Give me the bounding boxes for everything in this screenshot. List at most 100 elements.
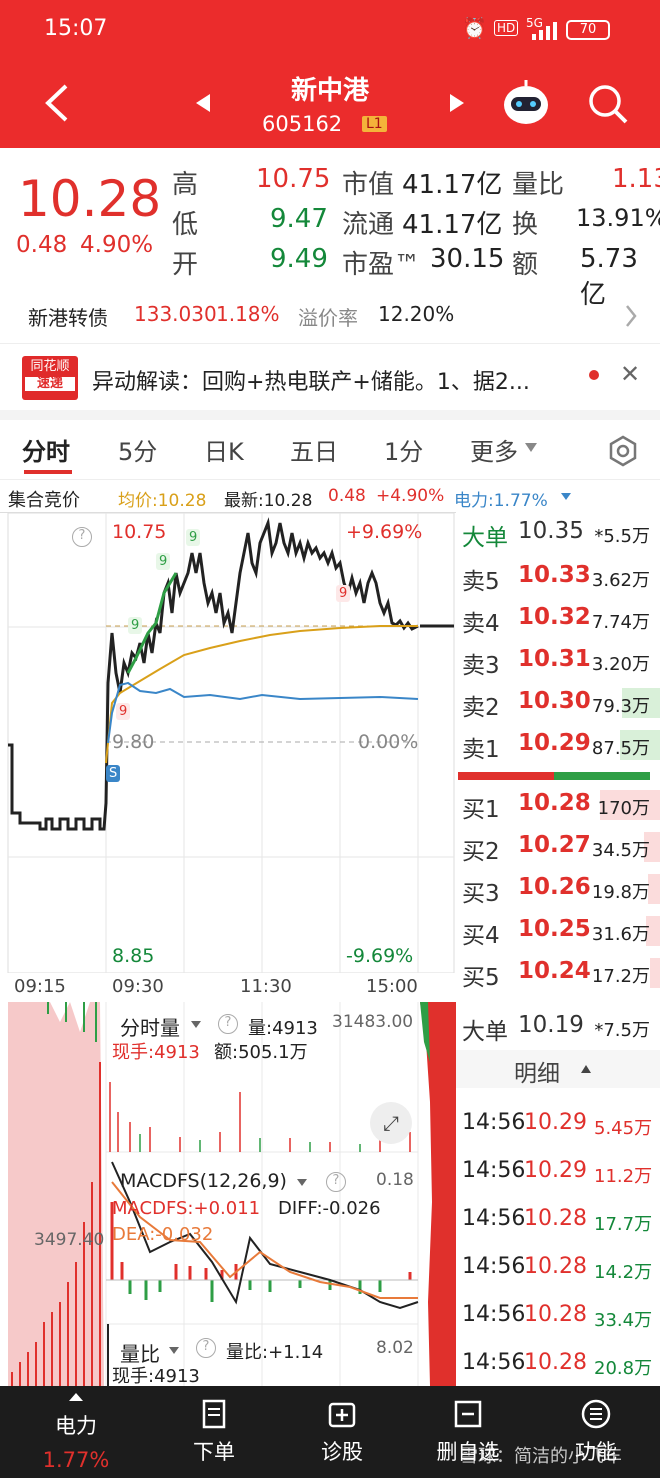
power-dropdown-icon[interactable] — [560, 492, 572, 502]
time-label: 15:00 — [366, 976, 418, 997]
vol-max: 31483.00 — [332, 1012, 414, 1032]
ths-logo: 同花顺 速递 — [22, 356, 78, 400]
bid-row[interactable]: 买5 10.24 17.2万 — [456, 952, 660, 994]
open-value: 9.49 — [270, 244, 328, 274]
search-icon[interactable] — [586, 82, 630, 126]
macd-title[interactable]: MACDFS(12,26,9) — [120, 1170, 287, 1192]
tab-1min[interactable]: 1分 — [384, 432, 423, 467]
bid-row[interactable]: 买1 10.28 170万 — [456, 784, 660, 826]
diff-value: DIFF:-0.026 — [278, 1198, 381, 1219]
trade-time: 14:56 — [462, 1158, 526, 1183]
tab-timeshare[interactable]: 分时 — [22, 432, 70, 467]
tab-more[interactable]: 更多 — [470, 432, 518, 467]
trade-vol: 5.45万 — [594, 1118, 653, 1139]
big-sell-label: 大单 — [462, 525, 508, 551]
help-icon[interactable]: ? — [72, 527, 92, 547]
trade-time: 14:56 — [462, 1302, 526, 1327]
close-icon[interactable]: ✕ — [620, 360, 640, 388]
bid-row[interactable]: 买4 10.25 31.6万 — [456, 910, 660, 952]
open-label: 开 — [172, 250, 199, 280]
detail-header[interactable]: 明细 — [456, 1050, 660, 1088]
next-stock-icon[interactable] — [448, 92, 466, 114]
bid-label: 买1 — [462, 797, 500, 823]
bid-row[interactable]: 买3 10.26 19.8万 — [456, 868, 660, 910]
unread-dot — [589, 370, 599, 380]
big-sell-row: 大单 10.35 *5.5万 — [456, 512, 660, 554]
ask-row[interactable]: 卖4 10.32 7.74万 — [456, 598, 660, 640]
pe-value: 30.15 — [430, 244, 505, 274]
bid-label: 买4 — [462, 923, 500, 949]
big-buy-label: 大单 — [462, 1019, 508, 1045]
ask-row[interactable]: 卖2 10.30 79.3万 — [456, 682, 660, 724]
bid-vol: 19.8万 — [591, 882, 650, 903]
trade-price: 10.29 — [524, 1110, 587, 1135]
diagnose-button[interactable]: 诊股 — [292, 1386, 392, 1478]
tab-5day[interactable]: 五日 — [290, 432, 338, 467]
vol-dropdown-icon[interactable] — [190, 1020, 202, 1030]
alarm-icon: ⏰ — [462, 16, 487, 40]
news-banner[interactable]: 同花顺 速递 异动解读：回购+热电联产+储能。1、据2... ✕ — [0, 346, 660, 410]
ask-price: 10.30 — [518, 688, 591, 714]
stock-name: 新中港 — [290, 76, 369, 106]
ask-row[interactable]: 卖5 10.33 3.62万 — [456, 556, 660, 598]
tab-5min[interactable]: 5分 — [118, 432, 157, 467]
trade-price: 10.29 — [524, 1158, 587, 1183]
time-label: 11:30 — [240, 976, 292, 997]
tab-daily[interactable]: 日K — [204, 432, 244, 467]
mcap-value: 41.17亿 — [402, 170, 503, 200]
latest-price: 最新:10.28 — [224, 491, 313, 511]
dea-value: DEA:-0.032 — [112, 1224, 214, 1245]
signal-icon — [532, 22, 557, 40]
chart-pre-pct: 0.00% — [358, 731, 419, 753]
help-icon[interactable]: ? — [326, 1172, 346, 1192]
chart-high-pct: +9.69% — [346, 521, 423, 543]
ask-row[interactable]: 卖3 10.31 3.20万 — [456, 640, 660, 682]
remove-icon — [454, 1400, 482, 1428]
help-icon[interactable]: ? — [196, 1338, 216, 1358]
bid-vol: 170万 — [597, 798, 650, 819]
power-button[interactable]: 电力 1.77% — [26, 1386, 126, 1478]
trade-price: 10.28 — [524, 1302, 587, 1327]
chevron-right-icon[interactable] — [624, 304, 638, 328]
float-label: 流通 — [342, 210, 395, 240]
back-icon[interactable] — [42, 82, 72, 124]
time-label: 09:15 — [14, 976, 66, 997]
prev-stock-icon[interactable] — [194, 92, 212, 114]
big-buy-price: 10.19 — [518, 1012, 584, 1038]
robot-assistant-icon[interactable] — [500, 78, 552, 128]
volratio-dropdown-icon[interactable] — [168, 1346, 180, 1356]
low-label: 低 — [172, 210, 199, 240]
big-buy-vol: *7.5万 — [594, 1020, 650, 1041]
mcap-label: 市值 — [342, 170, 395, 200]
depth-bar — [650, 958, 660, 988]
timeshare-chart[interactable]: ? 10.75 +9.69% 9.80 0.00% 8.85 -9.69% 9 … — [0, 512, 456, 973]
status-bar: 15:07 ⏰ HD 5G 70 — [0, 0, 660, 60]
time-axis: 09:15 09:30 11:30 15:00 — [0, 972, 456, 1002]
settings-icon[interactable] — [606, 434, 640, 468]
expand-icon[interactable]: ⤢ — [370, 1102, 412, 1144]
bid-row[interactable]: 买2 10.27 34.5万 — [456, 826, 660, 868]
macd-value: MACDFS:+0.011 — [112, 1198, 261, 1219]
signal-9-marker: 9 — [116, 703, 131, 720]
signal-9-marker: 9 — [128, 617, 143, 634]
high-label: 高 — [172, 170, 199, 200]
last-price: 10.28 — [18, 170, 162, 228]
signal-9-marker: 9 — [336, 585, 351, 602]
ask-row[interactable]: 卖1 10.29 87.5万 — [456, 724, 660, 766]
float-value: 41.17亿 — [402, 210, 503, 240]
macd-dropdown-icon[interactable] — [296, 1178, 308, 1188]
volratio-val: 量比:+1.14 — [226, 1342, 324, 1363]
turnover-value: 13.91% — [576, 204, 660, 232]
help-icon[interactable]: ? — [218, 1014, 238, 1034]
trade-vol: 11.2万 — [594, 1166, 653, 1187]
battery-icon: 70 — [566, 20, 610, 40]
trade-vol: 20.8万 — [594, 1358, 653, 1379]
time-label: 09:30 — [112, 976, 164, 997]
bid-label: 买5 — [462, 965, 500, 991]
left-axis-value: 3497.40 — [34, 1230, 105, 1250]
order-button[interactable]: 下单 — [164, 1386, 264, 1478]
signal-9-marker: 9 — [186, 529, 201, 546]
vol-title[interactable]: 分时量 — [120, 1012, 180, 1041]
convertible-bond-row[interactable]: 新港转债 133.030 1.18% 溢价率 12.20% — [0, 288, 660, 344]
info-pct: +4.90% — [376, 486, 445, 506]
